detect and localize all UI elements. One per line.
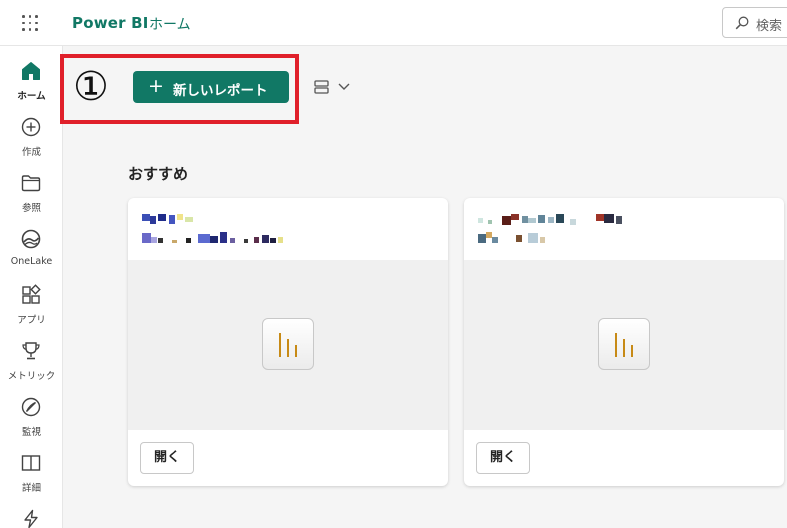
new-report-button[interactable]: + 新しいレポート — [133, 71, 289, 103]
search-box[interactable]: 検索 — [722, 7, 787, 38]
breadcrumb[interactable]: ホーム — [149, 14, 191, 34]
step-marker: ① — [73, 64, 109, 110]
nav-label: 詳細 — [21, 483, 41, 494]
report-chart-icon — [598, 318, 650, 370]
apps-icon — [22, 284, 41, 304]
nav-label: OneLake — [10, 256, 53, 267]
app-launcher-icon[interactable] — [20, 13, 40, 33]
nav-create[interactable]: 作成 — [0, 110, 63, 162]
recommended-card[interactable]: 開く — [128, 198, 448, 486]
nav-label: 監視 — [21, 427, 41, 438]
nav-metrics[interactable]: メトリック — [0, 334, 63, 386]
chevron-down-icon — [338, 83, 350, 90]
home-icon — [22, 62, 40, 80]
search-placeholder: 検索 — [756, 19, 783, 34]
nav-apps[interactable]: アプリ — [0, 278, 63, 330]
new-report-label: 新しいレポート — [173, 83, 268, 99]
search-icon — [735, 16, 749, 30]
nav-browse[interactable]: 参照 — [0, 166, 63, 218]
app-name[interactable]: Power BI — [72, 14, 149, 32]
card-thumbnail — [128, 260, 448, 430]
nav-monitor[interactable]: 監視 — [0, 390, 63, 442]
section-title: おすすめ — [128, 165, 189, 183]
nav-workloads[interactable] — [0, 502, 63, 528]
metrics-icon — [22, 342, 40, 360]
create-icon — [21, 117, 41, 137]
nav-learn[interactable]: 詳細 — [0, 446, 63, 498]
workloads-icon — [24, 509, 38, 528]
nav-label: メトリック — [7, 371, 56, 382]
open-button[interactable]: 開く — [476, 442, 530, 474]
card-thumbnail — [464, 260, 784, 430]
report-chart-icon — [262, 318, 314, 370]
top-bar: Power BI ホーム 検索 — [0, 0, 787, 46]
layout-icon — [314, 80, 329, 94]
onelake-icon — [21, 229, 41, 249]
nav-label: 作成 — [21, 147, 41, 158]
plus-icon: + — [148, 75, 164, 97]
nav-label: ホーム — [17, 91, 46, 102]
nav-onelake[interactable]: OneLake — [0, 222, 63, 274]
monitor-icon — [21, 397, 41, 417]
view-layout-dropdown[interactable] — [310, 76, 354, 98]
nav-label: アプリ — [17, 315, 46, 326]
recommended-card[interactable]: 開く — [464, 198, 784, 486]
left-nav: ホーム 作成 参照 OneLake アプリ メトリック 監視 詳細 — [0, 46, 63, 528]
nav-home[interactable]: ホーム — [0, 54, 63, 106]
browse-icon — [21, 175, 41, 192]
nav-label: 参照 — [21, 203, 41, 214]
learn-icon — [21, 455, 41, 471]
open-button[interactable]: 開く — [140, 442, 194, 474]
